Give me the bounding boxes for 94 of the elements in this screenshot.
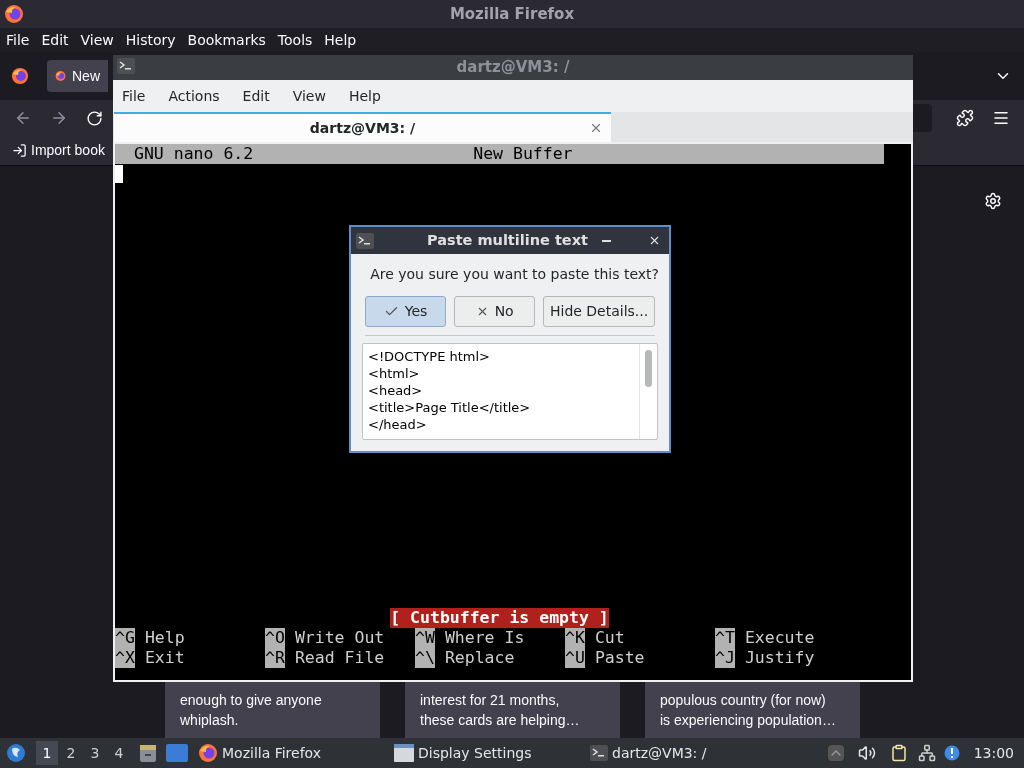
shortcut-key: ^O: [265, 628, 285, 648]
window-title: Mozilla Firefox: [449, 3, 575, 25]
import-icon: [12, 143, 27, 158]
shortcut-key: ^T: [715, 628, 735, 648]
menu-item[interactable]: Actions: [168, 85, 220, 107]
preview-line: <!DOCTYPE html>: [368, 348, 491, 365]
tray-expand-icon[interactable]: [827, 745, 844, 761]
browser-tab[interactable]: New: [47, 60, 108, 92]
firefox-logo-icon: [55, 68, 66, 84]
preview-line: <head>: [368, 382, 424, 399]
news-card[interactable]: interest for 21 months, these cards are helping…: [405, 682, 620, 738]
news-card[interactable]: enough to give anyone whiplash.: [165, 682, 380, 738]
card-text: populous country (for now): [660, 691, 826, 710]
puzzle-icon[interactable]: [956, 109, 974, 127]
menu-item[interactable]: Tools: [277, 29, 313, 51]
card-text: these cards are helping…: [420, 711, 580, 730]
buffer-name: New Buffer: [473, 144, 573, 164]
taskbar-item[interactable]: Mozilla Firefox: [196, 739, 392, 767]
card-text: enough to give anyone: [180, 691, 322, 710]
shortcut-key: ^G: [115, 628, 135, 648]
clipboard-icon[interactable]: [889, 744, 908, 762]
menu-item[interactable]: View: [80, 29, 114, 51]
shortcut-label: Write Out: [294, 628, 385, 648]
minimize-icon[interactable]: [601, 239, 611, 242]
workspace-button[interactable]: 4: [108, 741, 130, 765]
shortcut-label: Justify: [744, 648, 815, 668]
terminal-icon: [356, 232, 374, 249]
workspace-button[interactable]: 3: [84, 741, 106, 765]
dialog-button[interactable]: Yes: [365, 296, 447, 327]
shortcut-label: Help: [144, 628, 185, 648]
status-message: [ Cutbuffer is empty ]: [390, 608, 609, 628]
dialog-message: Are you sure you want to paste this text?: [370, 265, 659, 284]
taskbar-item[interactable]: Display Settings: [392, 739, 588, 767]
menu-item[interactable]: File: [122, 85, 146, 107]
menu-item[interactable]: View: [292, 85, 326, 107]
shortcut-label: Exit: [144, 648, 185, 668]
menu-item[interactable]: History: [125, 29, 176, 51]
firefox-logo-icon: [198, 743, 218, 763]
shortcut-label: Cut: [594, 628, 625, 648]
shortcut-key: ^K: [565, 628, 585, 648]
terminal-tab[interactable]: dartz@VM3: /: [114, 112, 611, 142]
back-icon[interactable]: [14, 109, 32, 127]
settings-icon[interactable]: [984, 192, 1002, 210]
window-icon: [394, 744, 414, 762]
news-card[interactable]: populous country (for now) is experiencing population…: [645, 682, 860, 738]
menu-item[interactable]: Help: [348, 85, 381, 107]
shortcut-key: ^W: [415, 628, 435, 648]
preview-line: <title>Page Title</title>: [368, 399, 532, 416]
preview-line: <html>: [368, 365, 421, 382]
menu-icon[interactable]: [992, 109, 1010, 127]
shortcut-key: ^\: [415, 648, 435, 668]
reload-icon[interactable]: [86, 109, 103, 127]
card-text: whiplash.: [180, 711, 239, 730]
notification-icon[interactable]: [943, 745, 960, 761]
bookmark-link[interactable]: Import book: [31, 140, 105, 161]
shortcut-label: Execute: [744, 628, 815, 648]
menu-item[interactable]: File: [6, 29, 30, 51]
dialog-button[interactable]: Hide Details...: [543, 296, 655, 327]
dialog-button[interactable]: No: [454, 296, 536, 327]
speaker-icon[interactable]: [857, 744, 876, 762]
scrollbar-thumb[interactable]: [645, 350, 652, 387]
preview-line: </head>: [368, 416, 428, 433]
forward-icon[interactable]: [50, 109, 68, 127]
terminal-icon: [590, 745, 608, 761]
close-tab-icon[interactable]: [589, 121, 603, 135]
workspace-button[interactable]: 2: [60, 741, 82, 765]
shortcut-label: Paste: [594, 648, 645, 668]
terminal-icon: [117, 58, 135, 74]
card-text: is experiencing population…: [660, 711, 836, 730]
menu-item[interactable]: Bookmarks: [187, 29, 266, 51]
card-text: interest for 21 months,: [420, 691, 560, 710]
shortcut-label: Read File: [294, 648, 385, 668]
menu-item[interactable]: Help: [324, 29, 357, 51]
workspace-button[interactable]: 1: [36, 741, 58, 765]
shortcut-label: Where Is: [444, 628, 525, 648]
dialog-title: Paste multiline text: [427, 230, 588, 250]
nano-version: GNU nano 6.2: [134, 144, 254, 164]
menu-item[interactable]: Edit: [41, 29, 69, 51]
start-menu-icon[interactable]: [6, 743, 26, 763]
shortcut-key: ^J: [715, 648, 735, 668]
text-cursor: [115, 165, 123, 183]
shortcut-key: ^U: [565, 648, 585, 668]
firefox-logo-icon: [11, 67, 29, 85]
window-title: dartz@VM3: /: [456, 57, 570, 79]
shortcut-key: ^R: [265, 648, 285, 668]
firefox-logo-icon: [4, 4, 24, 24]
menu-item[interactable]: Edit: [242, 85, 270, 107]
shortcut-key: ^X: [115, 648, 135, 668]
network-icon[interactable]: [917, 744, 936, 762]
clock: 13:00: [973, 743, 1014, 763]
taskbar-item[interactable]: dartz@VM3: /: [588, 739, 784, 767]
file-cabinet-icon[interactable]: [138, 743, 158, 763]
close-icon[interactable]: [648, 234, 661, 247]
shortcut-label: Replace: [444, 648, 515, 668]
